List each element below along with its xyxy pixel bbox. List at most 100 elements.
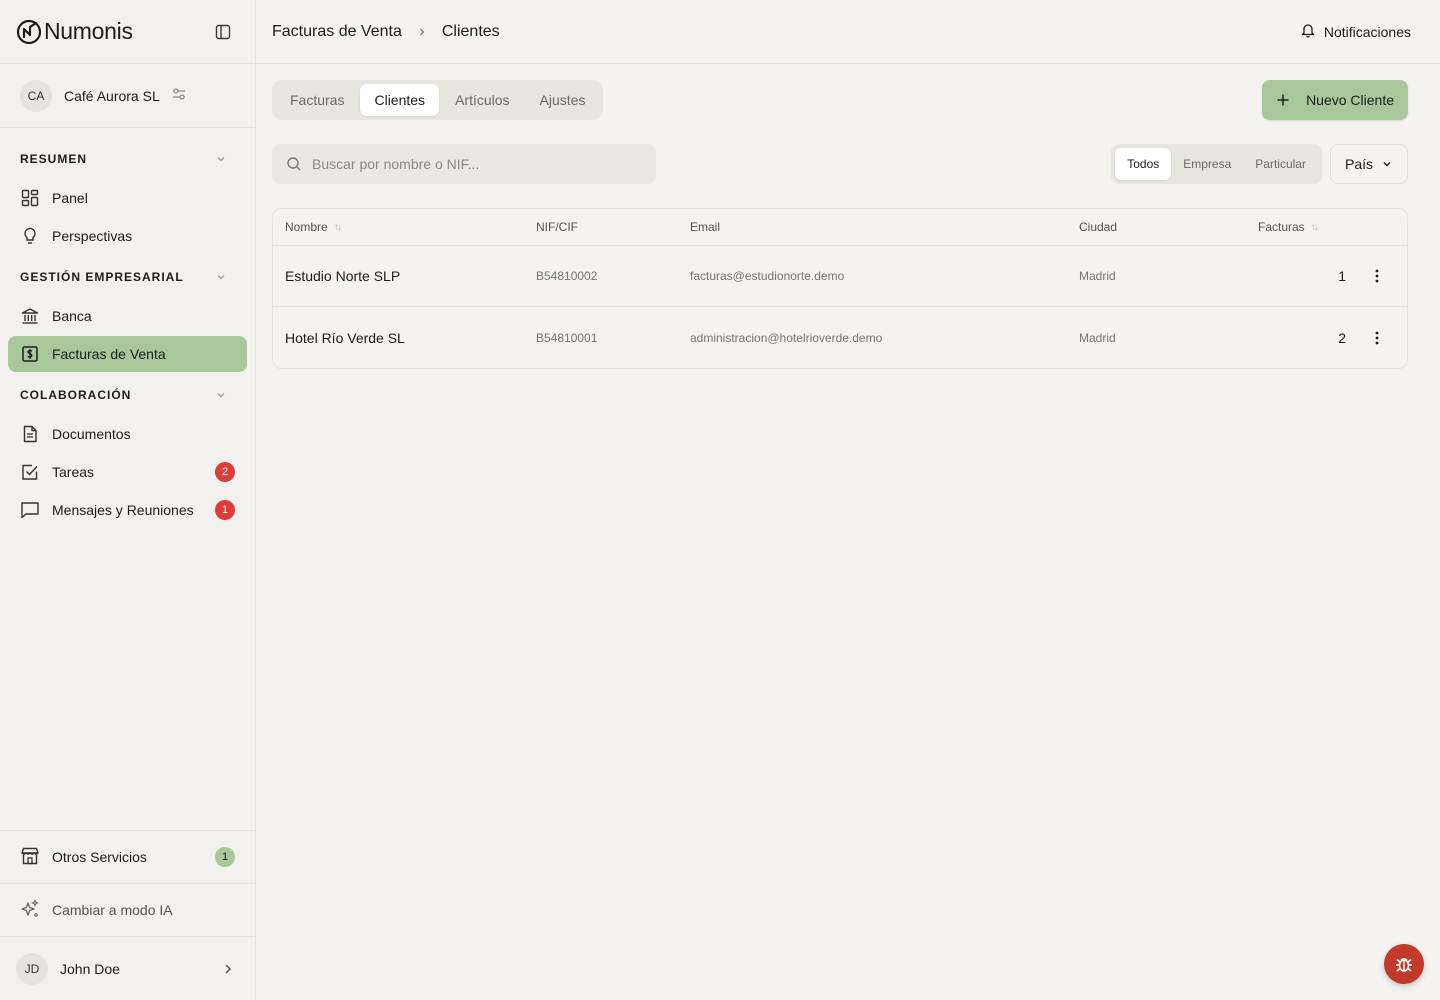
sidebar-nav: RESUMEN Panel Perspectivas GESTIÓN EMPRE… [0, 128, 255, 830]
new-client-button[interactable]: Nuevo Cliente [1262, 80, 1408, 120]
breadcrumb-item-clientes: Clientes [441, 22, 500, 40]
bank-icon [20, 306, 40, 326]
client-nif: B54810001 [536, 330, 598, 345]
column-header-nombre[interactable]: Nombre ↑↓ [285, 220, 536, 234]
numonis-logo-icon [16, 19, 42, 44]
sidebar-item-mensajes-y-reuniones[interactable]: Mensajes y Reuniones 1 [8, 492, 247, 528]
sidebar-item-documentos[interactable]: Documentos [8, 416, 247, 452]
message-icon [20, 500, 40, 520]
main-content: Facturas de Venta Clientes Notificacione… [256, 0, 1440, 1000]
filter-particular[interactable]: Particular [1243, 148, 1318, 180]
column-header-nif: NIF/CIF [536, 220, 690, 234]
sidebar-item-facturas-de-venta[interactable]: Facturas de Venta [8, 336, 247, 372]
more-vertical-icon [1375, 331, 1379, 344]
sidebar-item-label: Perspectivas [52, 228, 133, 244]
tabs-row: Facturas Clientes Artículos Ajustes Nuev… [272, 80, 1408, 120]
sidebar-item-label: Facturas de Venta [52, 346, 166, 362]
breadcrumb: Facturas de Venta Clientes [272, 23, 500, 41]
tab-clientes[interactable]: Clientes [360, 84, 440, 116]
row-actions-button[interactable] [1348, 269, 1407, 283]
chevron-right-icon [416, 26, 428, 38]
company-name: Café Aurora SL [64, 87, 160, 104]
chevron-down-icon [217, 275, 225, 280]
tab-facturas[interactable]: Facturas [276, 84, 358, 116]
plus-icon [1277, 94, 1289, 106]
breadcrumb-item-facturas-de-venta[interactable]: Facturas de Venta [272, 23, 402, 41]
column-label: Ciudad [1079, 220, 1118, 234]
section-tabs: Facturas Clientes Artículos Ajustes [272, 80, 604, 120]
sidebar-toggle-icon[interactable] [211, 20, 235, 44]
table-header: Nombre ↑↓ NIF/CIF Email Ciudad Facturas ↑↓ [273, 209, 1407, 246]
table-row[interactable]: Hotel Río Verde SL B54810001 administrac… [273, 307, 1407, 368]
column-header-ciudad: Ciudad [1079, 220, 1258, 234]
user-name: John Doe [60, 960, 120, 977]
section-resumen[interactable]: RESUMEN [8, 140, 247, 178]
tasks-count-badge: 2 [215, 462, 235, 482]
filter-empresa[interactable]: Empresa [1171, 148, 1243, 180]
grid-icon [20, 188, 40, 208]
section-title: RESUMEN [20, 152, 88, 166]
sidebar-item-tareas[interactable]: Tareas 2 [8, 454, 247, 490]
client-email: administracion@hotelrioverde.demo [690, 330, 883, 345]
chevron-right-icon [225, 963, 232, 974]
bug-icon [1396, 957, 1412, 972]
search-input[interactable] [312, 156, 642, 172]
tab-ajustes[interactable]: Ajustes [526, 84, 600, 116]
sidebar-item-panel[interactable]: Panel [8, 180, 247, 216]
user-menu[interactable]: JD John Doe [0, 936, 255, 1000]
bug-report-button[interactable] [1384, 944, 1424, 984]
otros-servicios-label: Otros Servicios [52, 849, 147, 865]
sliders-icon[interactable] [172, 87, 186, 104]
client-invoice-count: 2 [1338, 329, 1346, 346]
sidebar-item-label: Banca [52, 308, 92, 324]
messages-count-badge: 1 [215, 500, 235, 520]
sidebar-item-label: Mensajes y Reuniones [52, 502, 194, 518]
logo-row: Numonis [0, 0, 255, 64]
section-title: GESTIÓN EMPRESARIAL [20, 270, 184, 284]
otros-servicios-item[interactable]: Otros Servicios 1 [0, 830, 255, 883]
tab-articulos[interactable]: Artículos [441, 84, 523, 116]
sidebar-footer: Otros Servicios 1 Cambiar a modo IA JD J… [0, 830, 255, 1000]
column-label: Facturas [1258, 220, 1305, 234]
country-filter-dropdown[interactable]: País [1329, 144, 1408, 184]
clients-panel: Facturas Clientes Artículos Ajustes Nuev… [256, 64, 1440, 369]
search-box [272, 144, 656, 184]
new-client-label: Nuevo Cliente [1306, 92, 1394, 108]
column-header-facturas[interactable]: Facturas ↑↓ [1258, 220, 1348, 234]
sidebar-item-perspectivas[interactable]: Perspectivas [8, 218, 247, 254]
client-invoice-count: 1 [1338, 268, 1346, 284]
clients-table: Nombre ↑↓ NIF/CIF Email Ciudad Facturas ↑↓… [272, 208, 1408, 369]
column-label: Email [690, 220, 721, 234]
user-avatar: JD [16, 952, 48, 985]
section-gestion-empresarial[interactable]: GESTIÓN EMPRESARIAL [8, 258, 247, 296]
notifications-label: Notificaciones [1323, 23, 1411, 40]
client-type-filter: Todos Empresa Particular [1111, 144, 1322, 184]
company-switcher[interactable]: CA Café Aurora SL [0, 64, 255, 128]
topbar: Facturas de Venta Clientes Notificacione… [256, 0, 1440, 64]
filter-row: Todos Empresa Particular País [272, 144, 1408, 184]
sparkles-icon [20, 898, 40, 922]
document-icon [20, 424, 40, 444]
client-city: Madrid [1079, 330, 1116, 345]
client-name: Estudio Norte SLP [285, 268, 401, 284]
ai-mode-label: Cambiar a modo IA [52, 902, 173, 918]
sort-icon: ↑↓ [1310, 221, 1319, 233]
sidebar-item-label: Tareas [52, 464, 95, 480]
brand-logo[interactable]: Numonis [16, 18, 133, 45]
client-city: Madrid [1079, 269, 1116, 283]
store-icon [20, 847, 40, 868]
company-avatar: CA [20, 79, 52, 112]
services-count-badge: 1 [215, 847, 235, 867]
column-header-email: Email [690, 220, 1079, 234]
row-actions-button[interactable] [1348, 331, 1407, 345]
notifications-button[interactable]: Notificaciones [1300, 22, 1411, 41]
section-colaboracion[interactable]: COLABORACIÓN [8, 376, 247, 414]
column-label: NIF/CIF [536, 220, 578, 234]
table-row[interactable]: Estudio Norte SLP B54810002 facturas@est… [273, 246, 1407, 307]
chevron-down-icon [217, 157, 225, 162]
country-filter-label: País [1344, 156, 1373, 172]
filter-todos[interactable]: Todos [1115, 148, 1172, 180]
client-name: Hotel Río Verde SL [285, 329, 405, 346]
sidebar-item-banca[interactable]: Banca [8, 298, 247, 334]
ai-mode-toggle[interactable]: Cambiar a modo IA [0, 883, 255, 936]
